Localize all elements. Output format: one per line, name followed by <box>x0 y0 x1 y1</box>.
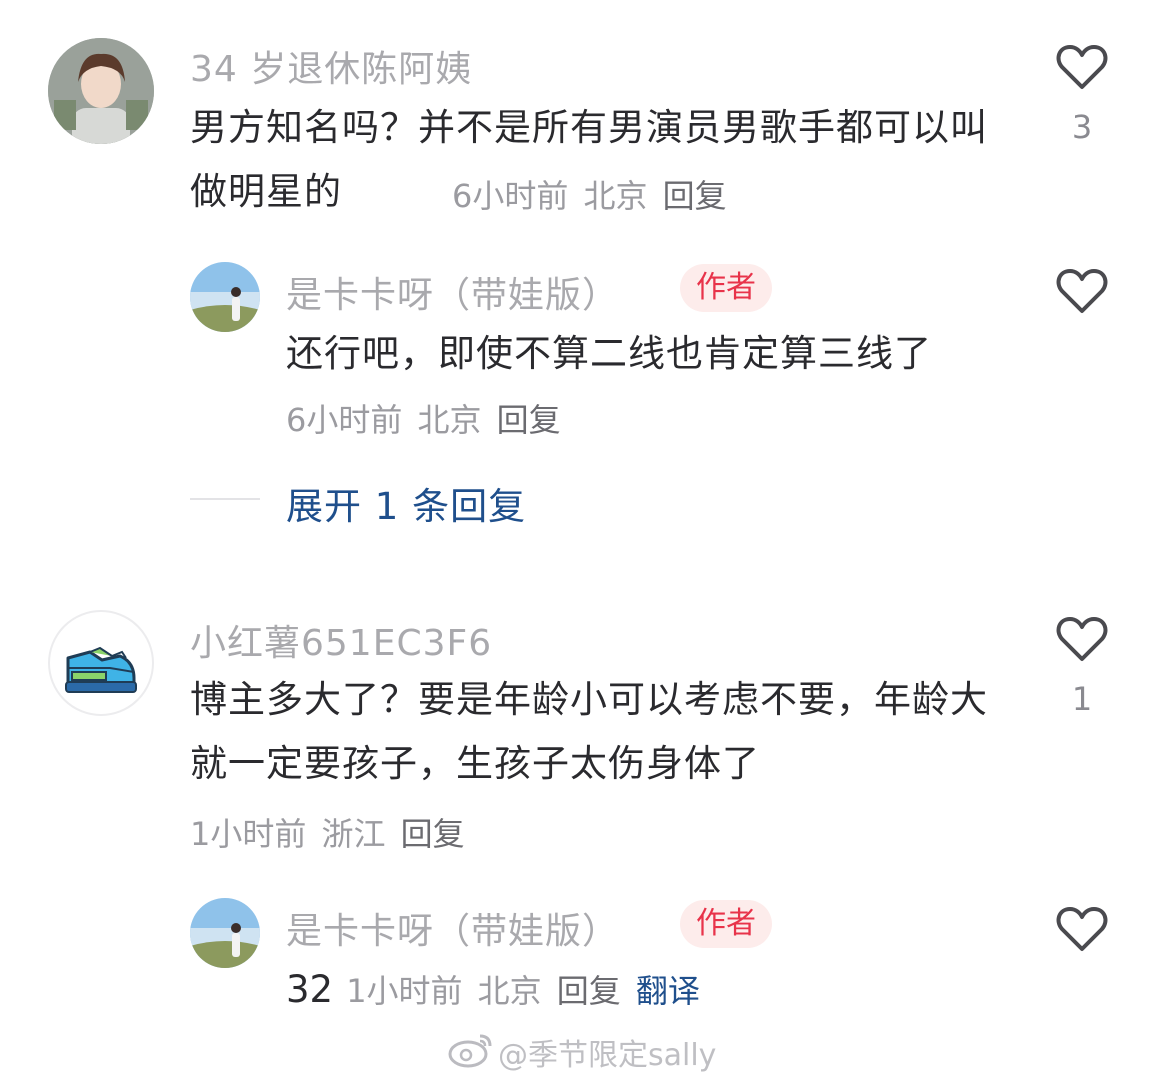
avatar[interactable] <box>48 38 154 144</box>
reply-button[interactable]: 回复 <box>401 815 465 853</box>
reply-button[interactable]: 回复 <box>557 972 621 1010</box>
comment-meta: 1小时前 浙江 回复 <box>190 814 465 860</box>
avatar[interactable] <box>190 898 260 968</box>
heart-icon[interactable] <box>1056 906 1108 952</box>
reply-location: 北京 <box>477 972 542 1010</box>
heart-icon[interactable] <box>1056 616 1108 662</box>
reply-button[interactable]: 回复 <box>497 401 561 439</box>
comment-location: 浙江 <box>321 815 386 853</box>
reply-meta: 32 1小时前 北京 回复 翻译 <box>286 970 700 1017</box>
reply-username[interactable]: 是卡卡呀（带娃版） <box>286 902 619 954</box>
watermark-text: @季节限定sally <box>498 1038 717 1073</box>
reply-button[interactable]: 回复 <box>663 177 727 215</box>
author-badge: 作者 <box>680 264 772 312</box>
avatar[interactable] <box>48 610 154 716</box>
avatar-illustration <box>190 262 260 332</box>
expand-replies-button[interactable]: 展开 1 条回复 <box>286 476 526 530</box>
comment-location: 北京 <box>583 177 648 215</box>
divider-line <box>190 498 260 500</box>
comment-username[interactable]: 34 岁退休陈阿姨 <box>190 40 472 92</box>
weibo-icon <box>448 1034 492 1068</box>
comment-meta: 6小时前 北京 回复 <box>452 176 727 222</box>
reply-text: 还行吧，即使不算二线也肯定算三线了 <box>286 332 932 375</box>
translate-button[interactable]: 翻译 <box>636 972 700 1010</box>
reply-text: 32 <box>286 968 334 1011</box>
like-count: 3 <box>1071 108 1093 146</box>
comment-text: 博主多大了？要是年龄小可以考虑不要，年龄大就一定要孩子，生孩子太伤身体了 <box>190 678 988 785</box>
reply-time: 6小时前 <box>286 401 403 439</box>
comment-username[interactable]: 小红薯651EC3F6 <box>190 614 492 666</box>
reply-meta: 6小时前 北京 回复 <box>286 400 561 446</box>
heart-icon[interactable] <box>1056 268 1108 314</box>
avatar-illustration <box>48 38 154 144</box>
avatar[interactable] <box>190 262 260 332</box>
author-badge: 作者 <box>680 900 772 948</box>
reply-time: 1小时前 <box>346 972 463 1010</box>
reply-username[interactable]: 是卡卡呀（带娃版） <box>286 266 619 318</box>
comment-time: 6小时前 <box>452 177 569 215</box>
heart-icon[interactable] <box>1056 44 1108 90</box>
sneaker-icon <box>65 646 137 693</box>
comment-time: 1小时前 <box>190 815 307 853</box>
avatar-illustration <box>190 898 260 968</box>
reply-location: 北京 <box>417 401 482 439</box>
like-count: 1 <box>1071 680 1093 718</box>
